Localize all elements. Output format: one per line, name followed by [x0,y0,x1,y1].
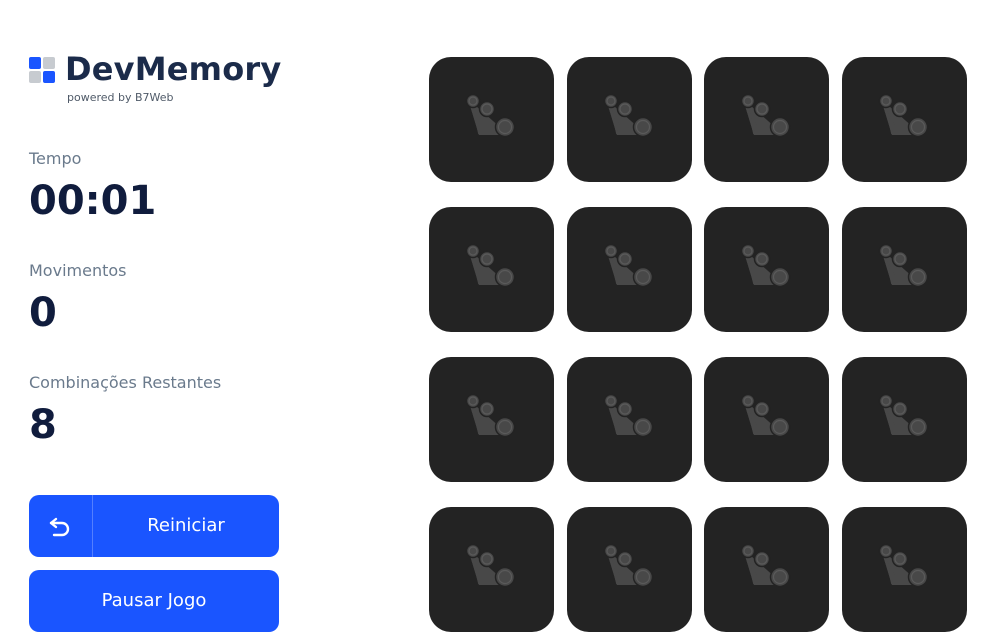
memory-card-r4-c3[interactable] [704,507,829,632]
memory-card-r1-c3[interactable] [704,57,829,182]
restart-icon-box [29,495,93,557]
memory-card-r4-c2[interactable] [567,507,692,632]
memory-card-r1-c2[interactable] [567,57,692,182]
memory-card-r4-c1[interactable] [429,507,554,632]
b7web-logo-icon [878,243,929,288]
logo-title: DevMemory [65,50,282,88]
memory-card-r3-c3[interactable] [704,357,829,482]
b7web-logo-icon [878,393,929,438]
sidebar: DevMemory powered by B7Web Tempo 00:01 M… [29,0,289,642]
moves-label: Movimentos [29,261,127,280]
card-grid [429,57,967,633]
b7web-logo-icon [603,93,654,138]
memory-card-r3-c2[interactable] [567,357,692,482]
b7web-logo-icon [465,93,516,138]
b7web-logo-icon [740,393,791,438]
logo-subtitle: powered by B7Web [67,91,174,104]
pairs-remaining-label: Combinações Restantes [29,373,222,392]
memory-card-r2-c1[interactable] [429,207,554,332]
memory-card-r2-c4[interactable] [842,207,967,332]
memory-card-r3-c1[interactable] [429,357,554,482]
memory-card-r2-c2[interactable] [567,207,692,332]
memory-card-r1-c1[interactable] [429,57,554,182]
b7web-logo-icon [603,243,654,288]
b7web-logo-icon [740,243,791,288]
restart-button[interactable]: Reiniciar [29,495,279,557]
restart-arrow-icon [49,517,70,537]
b7web-logo-icon [878,93,929,138]
b7web-logo-icon [740,543,791,588]
logo: DevMemory powered by B7Web [29,50,289,107]
pause-label: Pausar Jogo [101,590,207,611]
pause-button[interactable]: Pausar Jogo [29,570,279,632]
memory-card-r1-c4[interactable] [842,57,967,182]
b7web-logo-icon [603,543,654,588]
b7web-logo-icon [465,393,516,438]
memory-card-r2-c3[interactable] [704,207,829,332]
logo-squares-icon [29,57,56,84]
b7web-logo-icon [465,543,516,588]
pairs-remaining-value: 8 [29,402,57,448]
memory-card-r4-c4[interactable] [842,507,967,632]
moves-value: 0 [29,290,57,336]
memory-card-r3-c4[interactable] [842,357,967,482]
b7web-logo-icon [878,543,929,588]
b7web-logo-icon [740,93,791,138]
restart-label: Reiniciar [147,515,225,536]
time-value: 00:01 [29,178,157,224]
b7web-logo-icon [465,243,516,288]
b7web-logo-icon [603,393,654,438]
time-label: Tempo [29,149,82,168]
